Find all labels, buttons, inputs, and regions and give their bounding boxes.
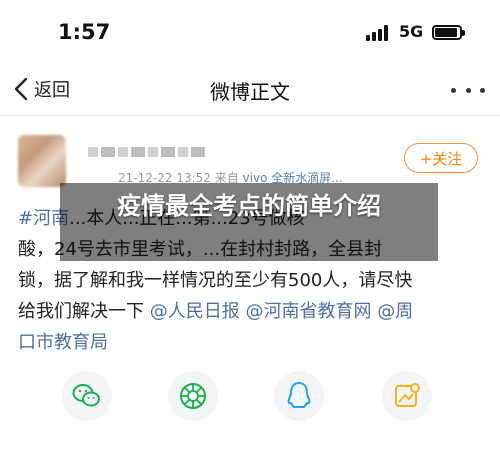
headline-text: 疫情最全考点的简单介绍 [117,192,381,220]
signal-icon [366,25,392,41]
phone-screen: 1:57 5G 返回 微博正文 21-12-22 13:52 来自 vivo 全… [0,0,500,459]
headline-overlay: 疫情最全考点的简单介绍 [60,183,438,261]
nav-bar: 返回 微博正文 [0,62,500,116]
qzone-icon [395,383,420,407]
post-text: 给我们解决一下 [18,301,144,322]
share-qzone-button[interactable] [382,371,432,421]
follow-button[interactable]: +关注 [404,143,478,173]
dot-icon [480,87,485,93]
wechat-icon [72,384,100,407]
mention-link[interactable]: @周 [377,301,413,322]
post-line-3: 锁，据了解和我一样情况的至少有500人，请尽快 [18,270,413,291]
status-time: 1:57 [58,20,111,44]
network-type: 5G [399,22,424,41]
avatar[interactable] [18,135,66,187]
dot-icon [465,87,471,93]
mention-link[interactable]: @河南省教育网 [245,301,371,322]
share-wechat-button[interactable] [62,371,112,421]
dot-icon [451,87,456,93]
status-bar: 1:57 5G [0,0,500,62]
username-redacted[interactable] [88,147,208,161]
mention-link-continued[interactable]: 口市教育局 [18,327,488,358]
moments-icon [180,383,206,409]
page-title: 微博正文 [210,80,290,104]
share-moments-button[interactable] [168,371,218,421]
more-options-button[interactable] [451,80,485,100]
weibo-post: 21-12-22 13:52 来自 vivo 全新水滴屏... +关注 #河南.… [0,117,500,459]
post-line-4: 给我们解决一下 @人民日报 @河南省教育网 @周 [18,296,488,327]
share-row [0,365,500,431]
battery-icon [432,25,465,40]
qq-icon [287,382,311,408]
mention-link[interactable]: @人民日报 [150,301,240,322]
share-qq-button[interactable] [274,371,324,421]
